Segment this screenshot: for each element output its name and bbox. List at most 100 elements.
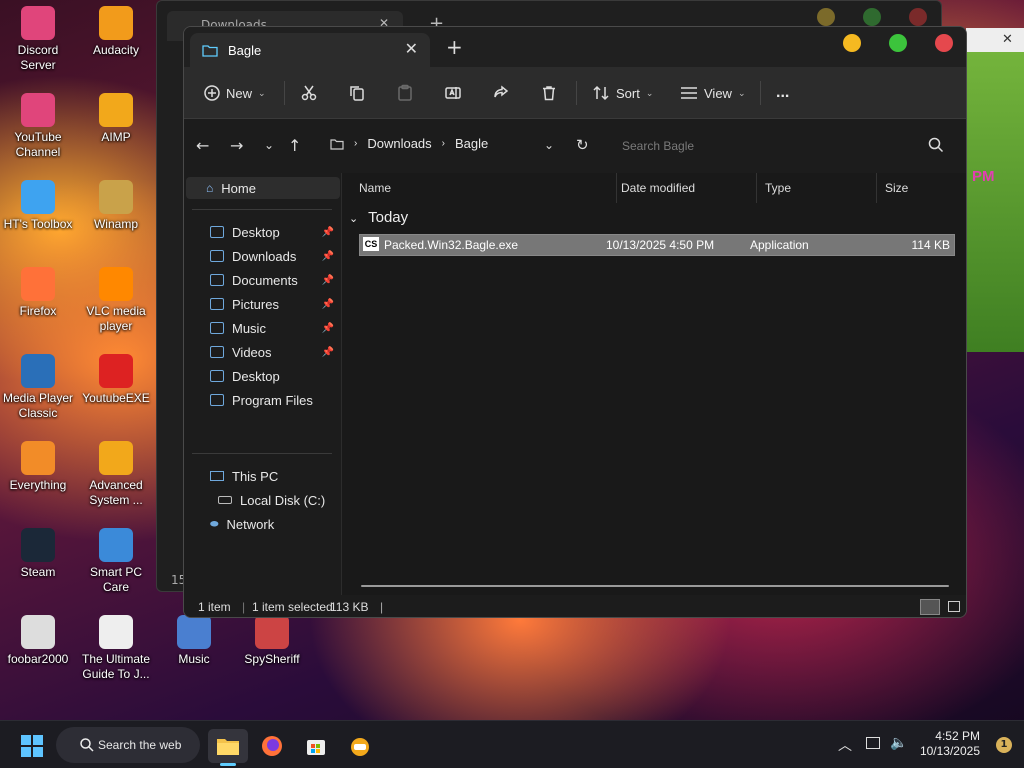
- desktop-icon-everything[interactable]: Everything: [0, 441, 76, 493]
- clock[interactable]: 4:52 PM 10/13/2025: [920, 729, 980, 759]
- desktop-icon-firefox[interactable]: Firefox: [0, 267, 76, 319]
- desktop-icon-foobar2000[interactable]: foobar2000: [0, 615, 76, 667]
- desktop-icon-smart-pc-care[interactable]: Smart PC Care: [78, 528, 154, 595]
- folder-icon: [210, 394, 224, 406]
- rename-button[interactable]: [444, 81, 462, 105]
- desktop-icon-aimp[interactable]: AIMP: [78, 93, 154, 145]
- close-button[interactable]: [935, 34, 953, 52]
- see-more-button[interactable]: ...: [776, 81, 789, 105]
- navigation-pane[interactable]: ⌂ Home Desktop 📌 Downloads 📌 Documents 📌 Pictu…: [184, 173, 342, 595]
- network-status-icon[interactable]: [866, 737, 880, 749]
- sidebar-item-videos[interactable]: Videos 📌: [186, 341, 340, 363]
- refresh-icon[interactable]: ↻: [576, 136, 589, 154]
- file-list[interactable]: Name Date modified Type Size ⌄ Today CS …: [343, 173, 966, 595]
- taskbar-search-box[interactable]: Search the web: [56, 727, 200, 763]
- share-button[interactable]: [492, 81, 510, 105]
- file-row[interactable]: CS Packed.Win32.Bagle.exe 10/13/2025 4:5…: [359, 234, 955, 256]
- smart-pc-care-icon: [99, 528, 133, 562]
- group-label: Today: [368, 209, 409, 226]
- group-header-today[interactable]: ⌄ Today: [349, 209, 408, 226]
- pin-icon[interactable]: 📌: [322, 227, 334, 238]
- view-button[interactable]: View ⌄: [680, 81, 746, 105]
- pin-icon[interactable]: 📌: [322, 323, 334, 334]
- sidebar-item-music[interactable]: Music 📌: [186, 317, 340, 339]
- sidebar-item-this-pc[interactable]: This PC: [186, 465, 340, 487]
- horizontal-scrollbar[interactable]: [361, 585, 949, 587]
- sidebar-item-pictures[interactable]: Pictures 📌: [186, 293, 340, 315]
- notification-badge[interactable]: 1: [996, 737, 1012, 753]
- sidebar-item-desktop[interactable]: Desktop: [186, 365, 340, 387]
- sidebar-item-network[interactable]: ⬬ Network: [186, 513, 340, 535]
- background-minimize-button[interactable]: [817, 8, 835, 26]
- tab-bagle[interactable]: Bagle ✕: [190, 33, 430, 67]
- delete-button[interactable]: [540, 81, 558, 105]
- desktop-icon-youtubeexe[interactable]: YoutubeEXE: [78, 354, 154, 406]
- forward-arrow-icon[interactable]: →: [230, 136, 243, 155]
- background-maximize-button[interactable]: [863, 8, 881, 26]
- tab-close-icon[interactable]: ✕: [405, 39, 418, 58]
- copy-button[interactable]: [348, 81, 366, 105]
- desktop-icon-music[interactable]: Music: [156, 615, 232, 667]
- green-window-close-icon[interactable]: ✕: [1002, 32, 1013, 47]
- sort-button[interactable]: Sort ⌄: [592, 81, 653, 105]
- search-box[interactable]: Search Bagle: [612, 131, 954, 163]
- address-bar[interactable]: › Downloads › Bagle: [320, 129, 560, 163]
- sidebar-item-downloads[interactable]: Downloads 📌: [186, 245, 340, 267]
- show-hidden-icons-chevron-icon[interactable]: ︿: [838, 735, 852, 755]
- maximize-button[interactable]: [889, 34, 907, 52]
- cut-button[interactable]: [300, 81, 318, 105]
- search-placeholder[interactable]: Search Bagle: [622, 139, 694, 153]
- back-arrow-icon[interactable]: ←: [196, 136, 209, 155]
- pin-icon[interactable]: 📌: [322, 251, 334, 262]
- file-explorer-window[interactable]: Bagle ✕ + New ⌄ Sort ⌄ View ⌄ ... ← → ⌄ …: [183, 26, 967, 618]
- search-icon[interactable]: [928, 137, 944, 153]
- folder-icon: [210, 346, 224, 358]
- desktop-icon-discord-server[interactable]: Discord Server: [0, 6, 76, 73]
- minimize-button[interactable]: [843, 34, 861, 52]
- breadcrumb-bagle[interactable]: Bagle: [455, 136, 488, 151]
- recent-locations-chevron-icon[interactable]: ⌄: [264, 138, 274, 152]
- column-header-type[interactable]: Type: [757, 173, 877, 203]
- background-close-button[interactable]: [909, 8, 927, 26]
- taskbar-microsoft-store[interactable]: [296, 729, 336, 763]
- sidebar-item-desktop[interactable]: Desktop 📌: [186, 221, 340, 243]
- paste-button[interactable]: [396, 81, 414, 105]
- pin-icon[interactable]: 📌: [322, 347, 334, 358]
- desktop-icon-label: Everything: [9, 478, 67, 492]
- address-dropdown-chevron-icon[interactable]: ⌄: [544, 138, 554, 152]
- pin-icon[interactable]: 📌: [322, 275, 334, 286]
- desktop-icon-steam[interactable]: Steam: [0, 528, 76, 580]
- sidebar-item-local-disk[interactable]: Local Disk (C:): [186, 489, 340, 511]
- title-bar[interactable]: Bagle ✕ +: [184, 27, 966, 67]
- new-button[interactable]: New ⌄: [204, 81, 266, 105]
- sidebar-item-documents[interactable]: Documents 📌: [186, 269, 340, 291]
- column-header-name[interactable]: Name: [351, 173, 617, 203]
- selected-count: 1 item selected: [252, 600, 333, 614]
- desktop-icon-the-ultimate-guide-to-j[interactable]: The Ultimate Guide To J...: [78, 615, 154, 682]
- new-tab-icon[interactable]: +: [446, 35, 463, 59]
- up-arrow-icon[interactable]: ↑: [288, 136, 301, 155]
- desktop-icon-audacity[interactable]: Audacity: [78, 6, 154, 58]
- breadcrumb-downloads[interactable]: Downloads: [367, 136, 431, 151]
- volume-icon[interactable]: 🔈: [890, 735, 907, 751]
- column-header-size[interactable]: Size: [877, 173, 959, 203]
- desktop-icon-winamp[interactable]: Winamp: [78, 180, 154, 232]
- column-header-date-modified[interactable]: Date modified: [613, 173, 757, 203]
- taskbar-file-explorer[interactable]: [208, 729, 248, 766]
- desktop-icon-ht-s-toolbox[interactable]: HT's Toolbox: [0, 180, 76, 232]
- tiles-view-icon[interactable]: [948, 601, 960, 612]
- background-green-window[interactable]: ✕ PM: [966, 28, 1024, 352]
- details-view-icon[interactable]: [920, 599, 940, 615]
- sidebar-item-program-files[interactable]: Program Files: [186, 389, 340, 411]
- desktop-icon-media-player-classic[interactable]: Media Player Classic: [0, 354, 76, 421]
- advanced-systemcare-icon: [99, 441, 133, 475]
- taskbar-advanced-systemcare[interactable]: [340, 729, 380, 763]
- desktop-icon-vlc-media-player[interactable]: VLC media player: [78, 267, 154, 334]
- desktop-icon-spysheriff[interactable]: SpySheriff: [234, 615, 310, 667]
- desktop-icon-youtube-channel[interactable]: YouTube Channel: [0, 93, 76, 160]
- sidebar-item-home[interactable]: ⌂ Home: [186, 177, 340, 199]
- taskbar-firefox[interactable]: [252, 729, 292, 763]
- desktop-icon-advanced-system[interactable]: Advanced System ...: [78, 441, 154, 508]
- pin-icon[interactable]: 📌: [322, 299, 334, 310]
- start-button[interactable]: [12, 729, 52, 763]
